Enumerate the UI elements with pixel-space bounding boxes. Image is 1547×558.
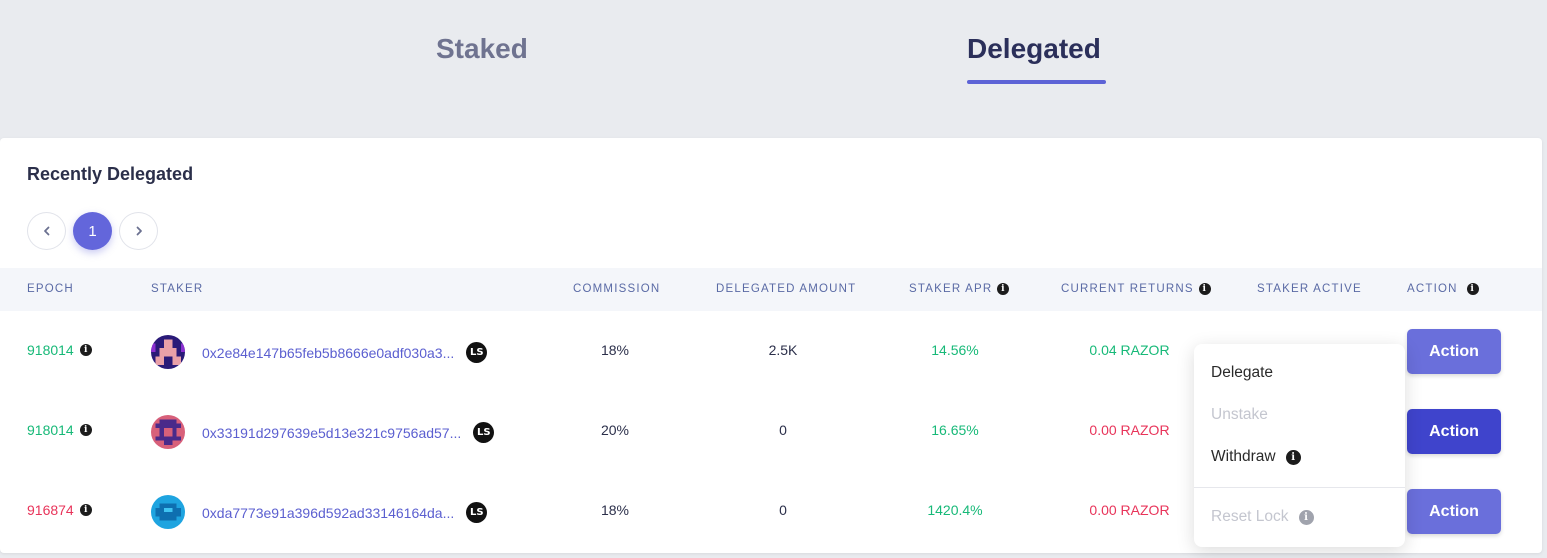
staker-avatar xyxy=(151,415,185,449)
info-icon[interactable]: i xyxy=(79,504,92,516)
column-delegated-amount-label: DELEGATED AMOUNT xyxy=(716,283,857,295)
menu-item-reset-lock: Reset Lock i xyxy=(1211,508,1314,526)
epoch-value: 918014 xyxy=(27,342,74,358)
column-staker-label: STAKER xyxy=(151,283,204,295)
menu-item-label: Withdraw xyxy=(1211,448,1276,465)
liquid-staking-badge-icon: LS xyxy=(473,422,495,443)
action-button[interactable]: Action xyxy=(1407,409,1501,454)
info-icon[interactable]: i xyxy=(1198,283,1211,295)
staker-cell: 0x2e84e147b65feb5b8666e0adf030a3... LS xyxy=(202,342,488,363)
pagination-page-1[interactable]: 1 xyxy=(73,212,112,250)
epoch-cell: 918014 i xyxy=(27,422,92,438)
current-returns-cell: 0.04 RAZOR xyxy=(1089,342,1170,358)
current-returns-cell: 0.00 RAZOR xyxy=(1089,422,1170,438)
staker-address-link[interactable]: 0x2e84e147b65feb5b8666e0adf030a3... xyxy=(202,345,454,361)
column-header-delegated-amount: DELEGATED AMOUNT xyxy=(716,283,856,295)
tab-bar: Staked Delegated xyxy=(0,0,1547,138)
section-title: Recently Delegated xyxy=(27,164,194,184)
action-dropdown-menu: Delegate Unstake Withdraw i Reset Lock i xyxy=(1194,344,1405,547)
staker-address-link[interactable]: 0xda7773e91a396d592ad33146164da... xyxy=(202,505,454,521)
commission-cell: 18% xyxy=(600,342,630,358)
epoch-value: 918014 xyxy=(27,422,74,438)
staker-avatar xyxy=(151,335,185,369)
info-icon[interactable]: i xyxy=(79,424,92,436)
staker-cell: 0x33191d297639e5d13e321c9756ad57... LS xyxy=(202,422,495,443)
column-action-label: ACTION xyxy=(1407,283,1458,295)
menu-item-label: Delegate xyxy=(1211,364,1274,381)
staker-apr-cell: 16.65% xyxy=(931,422,979,438)
epoch-cell: 916874 i xyxy=(27,502,92,518)
liquid-staking-badge-icon: LS xyxy=(466,342,488,363)
staker-cell: 0xda7773e91a396d592ad33146164da... LS xyxy=(202,502,488,523)
pagination-next-button[interactable] xyxy=(119,212,158,250)
delegated-amount-cell: 0 xyxy=(779,422,787,438)
active-tab-indicator xyxy=(967,80,1106,84)
staker-address-link[interactable]: 0x33191d297639e5d13e321c9756ad57... xyxy=(202,425,461,441)
column-staker-active-label: STAKER ACTIVE xyxy=(1257,283,1362,295)
epoch-value: 916874 xyxy=(27,502,74,518)
menu-item-label: Reset Lock xyxy=(1211,508,1289,525)
column-header-current-returns: CURRENT RETURNS i xyxy=(1061,283,1211,295)
column-commission-label: COMMISSION xyxy=(573,283,661,295)
column-header-staker-apr: STAKER APR i xyxy=(909,283,1010,295)
info-icon[interactable]: i xyxy=(997,283,1010,295)
staker-apr-cell: 14.56% xyxy=(931,342,979,358)
column-header-staker: STAKER xyxy=(151,283,203,295)
info-icon[interactable]: i xyxy=(1466,283,1479,295)
tab-delegated[interactable]: Delegated xyxy=(967,33,1101,65)
delegated-amount-cell: 0 xyxy=(779,502,787,518)
liquid-staking-badge-icon: LS xyxy=(466,502,488,523)
chevron-right-icon xyxy=(136,226,142,236)
column-header-epoch: EPOCH xyxy=(27,283,74,295)
chevron-left-icon xyxy=(43,226,49,236)
column-header-action: ACTION i xyxy=(1407,283,1479,295)
action-button[interactable]: Action xyxy=(1407,489,1501,534)
menu-item-unstake: Unstake xyxy=(1211,406,1268,424)
menu-item-label: Unstake xyxy=(1211,406,1268,423)
commission-cell: 20% xyxy=(600,422,630,438)
info-icon[interactable]: i xyxy=(1298,509,1314,525)
current-returns-cell: 0.00 RAZOR xyxy=(1089,502,1170,518)
tab-staked[interactable]: Staked xyxy=(436,33,528,65)
column-epoch-label: EPOCH xyxy=(27,283,74,295)
staker-apr-cell: 1420.4% xyxy=(927,502,983,518)
menu-item-withdraw[interactable]: Withdraw i xyxy=(1211,448,1301,466)
pagination-prev-button[interactable] xyxy=(27,212,66,250)
commission-cell: 18% xyxy=(600,502,630,518)
info-icon[interactable]: i xyxy=(1285,449,1301,465)
staker-avatar xyxy=(151,495,185,529)
column-header-commission: COMMISSION xyxy=(573,283,660,295)
info-icon[interactable]: i xyxy=(79,344,92,356)
column-current-returns-label: CURRENT RETURNS xyxy=(1061,283,1194,295)
epoch-cell: 918014 i xyxy=(27,342,92,358)
menu-divider xyxy=(1194,487,1405,488)
action-button[interactable]: Action xyxy=(1407,329,1501,374)
column-header-staker-active: STAKER ACTIVE xyxy=(1257,283,1362,295)
column-staker-apr-label: STAKER APR xyxy=(909,283,993,295)
menu-item-delegate[interactable]: Delegate xyxy=(1211,364,1273,382)
table-header: EPOCH STAKER COMMISSION DELEGATED AMOUNT… xyxy=(0,268,1542,311)
delegated-amount-cell: 2.5K xyxy=(768,342,798,358)
